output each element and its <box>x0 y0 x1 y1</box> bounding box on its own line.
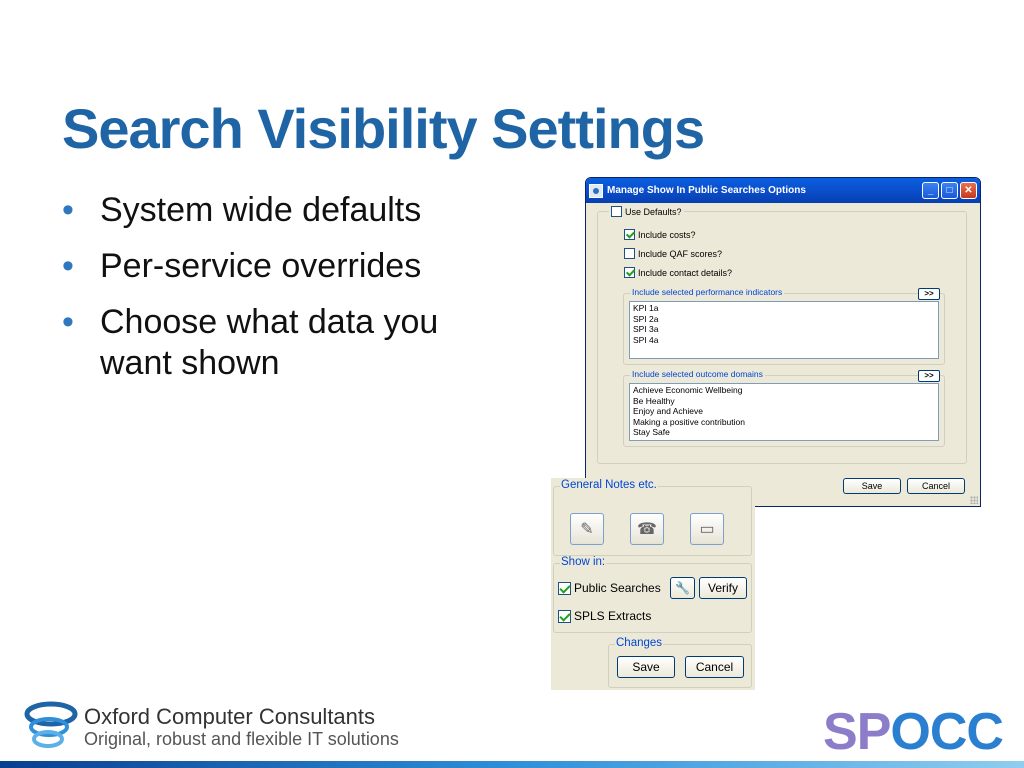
options-dialog: Manage Show In Public Searches Options _… <box>585 177 981 507</box>
minimize-icon[interactable]: _ <box>922 182 939 199</box>
service-settings-panel: General Notes etc. ✎ ☎ ▭ Show in: Public… <box>551 478 755 690</box>
resize-grip[interactable] <box>970 496 978 504</box>
bullet-dot-icon: • <box>62 247 74 285</box>
wrench-icon[interactable]: 🔧 <box>670 577 695 599</box>
list-item[interactable]: Achieve Economic Wellbeing <box>633 385 935 396</box>
close-icon[interactable]: ✕ <box>960 182 977 199</box>
bullet-dot-icon: • <box>62 303 74 341</box>
footer-bar <box>0 761 1024 768</box>
spls-extracts-checkbox[interactable]: SPLS Extracts <box>558 609 651 623</box>
phone-icon[interactable]: ☎ <box>630 513 664 545</box>
occ-logo: Oxford Computer Consultants Original, ro… <box>24 700 399 754</box>
bullet-item: • Per-service overrides <box>62 247 422 285</box>
list-item[interactable]: SPI 2a <box>633 314 935 325</box>
include-contact-checkbox[interactable]: Include contact details? <box>624 267 732 278</box>
list-item[interactable]: Enjoy and Achieve <box>633 406 935 417</box>
slide-title: Search Visibility Settings <box>62 97 705 160</box>
show-in-group: Show in: Public Searches 🔧 Verify SPLS E… <box>553 556 752 633</box>
kpi-more-button[interactable]: >> <box>918 288 940 300</box>
company-name: Oxford Computer Consultants <box>84 704 376 729</box>
dialog-title: Manage Show In Public Searches Options <box>607 185 806 196</box>
occ-swirl-icon <box>24 701 78 748</box>
verify-button[interactable]: Verify <box>699 577 747 599</box>
use-defaults-box[interactable] <box>611 206 622 217</box>
outcome-group: Include selected outcome domains >> Achi… <box>623 369 945 447</box>
list-item[interactable]: Stay Safe <box>633 427 935 438</box>
include-costs-box[interactable] <box>624 229 635 240</box>
include-qaf-checkbox[interactable]: Include QAF scores? <box>624 248 722 259</box>
bullet-dot-icon: • <box>62 191 74 229</box>
company-tagline: Original, robust and flexible IT solutio… <box>84 729 399 749</box>
changes-group: Changes Save Cancel <box>608 637 752 688</box>
dialog-save-button[interactable]: Save <box>843 478 901 494</box>
list-item[interactable]: KPI 1a <box>633 303 935 314</box>
bullet-list: • System wide defaults • Per-service overr… <box>62 190 512 399</box>
spls-extracts-box[interactable] <box>558 609 571 623</box>
app-icon <box>589 183 603 198</box>
bullet-item: • Choose what data you want shown <box>62 303 439 382</box>
dialog-cancel-button[interactable]: Cancel <box>907 478 965 494</box>
list-item[interactable]: SPI 4a <box>633 335 935 346</box>
panel-save-button[interactable]: Save <box>617 656 675 678</box>
list-item[interactable]: SPI 3a <box>633 324 935 335</box>
panel-cancel-button[interactable]: Cancel <box>685 656 744 678</box>
public-searches-box[interactable] <box>558 581 571 595</box>
outcome-more-button[interactable]: >> <box>918 370 940 382</box>
outcome-list[interactable]: Achieve Economic Wellbeing Be Healthy En… <box>629 383 939 441</box>
note-edit-icon[interactable]: ✎ <box>570 513 604 545</box>
include-contact-box[interactable] <box>624 267 635 278</box>
maximize-icon[interactable]: □ <box>941 182 958 199</box>
document-icon[interactable]: ▭ <box>690 513 724 545</box>
dialog-titlebar[interactable]: Manage Show In Public Searches Options _… <box>586 178 980 203</box>
public-searches-checkbox[interactable]: Public Searches <box>558 581 661 595</box>
bullet-item: • System wide defaults <box>62 191 422 229</box>
list-item[interactable]: Making a positive contribution <box>633 417 935 428</box>
kpi-group: Include selected performance indicators … <box>623 287 945 365</box>
options-group: Use Defaults? Include costs? Include QAF… <box>597 206 967 464</box>
list-item[interactable]: Be Healthy <box>633 396 935 407</box>
general-notes-group: General Notes etc. ✎ ☎ ▭ <box>553 479 752 556</box>
use-defaults-checkbox[interactable]: Use Defaults? <box>609 206 684 217</box>
spocc-logo: SPOCC <box>823 703 1004 761</box>
kpi-list[interactable]: KPI 1a SPI 2a SPI 3a SPI 4a <box>629 301 939 359</box>
include-costs-checkbox[interactable]: Include costs? <box>624 229 696 240</box>
include-qaf-box[interactable] <box>624 248 635 259</box>
